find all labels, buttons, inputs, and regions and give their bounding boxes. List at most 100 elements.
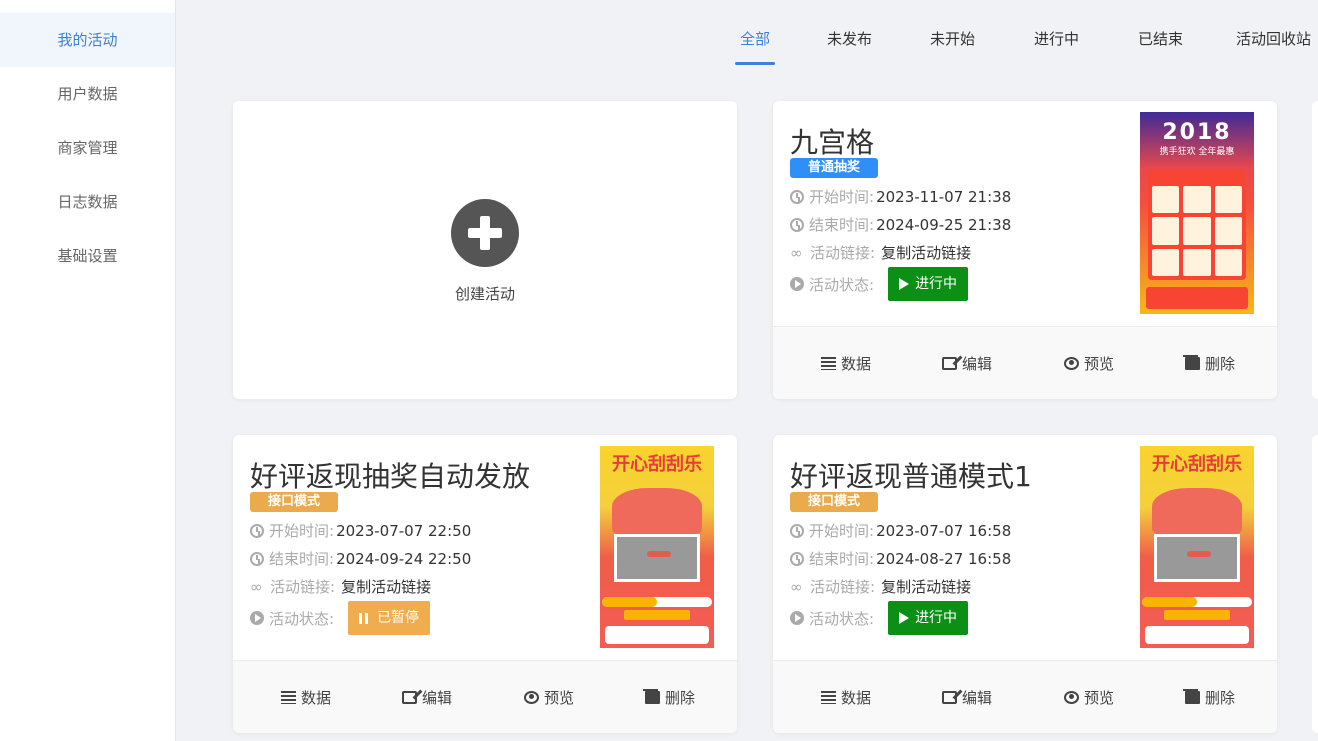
link-row: ∞ 活动链接: 复制活动链接 bbox=[790, 242, 971, 263]
clock-icon bbox=[790, 217, 804, 232]
status-button[interactable]: 进行中 bbox=[888, 601, 969, 635]
edit-icon bbox=[402, 691, 417, 704]
thumbnail-panel bbox=[1145, 626, 1249, 644]
eye-icon bbox=[1064, 357, 1079, 370]
edit-label: 编辑 bbox=[422, 689, 453, 707]
data-label: 数据 bbox=[301, 689, 332, 707]
start-time-value: 2023-07-07 16:58 bbox=[876, 521, 1012, 540]
start-time-value: 2023-07-07 22:50 bbox=[336, 521, 472, 540]
activity-type-badge: 普通抽奖 bbox=[790, 158, 879, 178]
tab-ended[interactable]: 已结束 bbox=[1138, 28, 1183, 65]
create-activity-label: 创建活动 bbox=[454, 284, 515, 303]
preview-button[interactable]: 预览 bbox=[524, 687, 574, 708]
edit-button[interactable]: 编辑 bbox=[942, 687, 992, 708]
clock-icon bbox=[790, 189, 804, 204]
tab-not-started[interactable]: 未开始 bbox=[930, 28, 975, 65]
tab-recycle-bin[interactable]: 活动回收站 bbox=[1236, 28, 1311, 65]
thumbnail-bar bbox=[624, 610, 690, 620]
activity-thumbnail: 开心刮刮乐 bbox=[600, 446, 714, 648]
edit-button[interactable]: 编辑 bbox=[402, 687, 452, 708]
start-time-row: 开始时间: 2023-07-07 22:50 bbox=[250, 520, 471, 541]
activity-card: 九宫格 普通抽奖 开始时间: 2023-11-07 21:38 结束时间: 20… bbox=[773, 101, 1277, 399]
tab-unpublished[interactable]: 未发布 bbox=[827, 28, 872, 65]
scratch-area bbox=[1154, 534, 1240, 582]
create-activity-card[interactable]: 创建活动 bbox=[233, 101, 737, 399]
thumbnail-panel bbox=[605, 626, 709, 644]
start-time-value: 2023-11-07 21:38 bbox=[876, 187, 1012, 206]
end-time-label: 结束时间: bbox=[809, 216, 875, 234]
status-button[interactable]: 已暂停 bbox=[348, 601, 431, 635]
preview-label: 预览 bbox=[1084, 355, 1115, 373]
thumbnail-year: 2018 bbox=[1162, 120, 1232, 145]
start-time-label: 开始时间: bbox=[809, 522, 875, 540]
thumbnail-subtitle: 携手狂欢 全年最惠 bbox=[1159, 147, 1235, 157]
copy-link-button[interactable]: 复制活动链接 bbox=[341, 576, 431, 597]
data-button[interactable]: 数据 bbox=[821, 353, 871, 374]
copy-link-button[interactable]: 复制活动链接 bbox=[881, 242, 971, 263]
end-time-row: 结束时间: 2024-08-27 16:58 bbox=[790, 548, 1011, 569]
thumbnail-bar bbox=[1164, 610, 1230, 620]
eye-icon bbox=[524, 691, 539, 704]
link-icon: ∞ bbox=[790, 243, 803, 262]
copy-link-button[interactable]: 复制活动链接 bbox=[881, 576, 971, 597]
link-icon: ∞ bbox=[250, 577, 263, 596]
activity-card: 好评返现抽奖自动发放 接口模式 开始时间: 2023-07-07 22:50 结… bbox=[233, 435, 737, 733]
activity-title: 好评返现普通模式1 bbox=[790, 460, 1032, 493]
activity-type-badge: 接口模式 bbox=[250, 492, 339, 512]
start-time-row: 开始时间: 2023-11-07 21:38 bbox=[790, 186, 1011, 207]
preview-button[interactable]: 预览 bbox=[1064, 353, 1114, 374]
play-circle-icon bbox=[790, 611, 804, 625]
list-icon bbox=[281, 691, 296, 704]
end-time-row: 结束时间: 2024-09-24 22:50 bbox=[250, 548, 471, 569]
data-label: 数据 bbox=[841, 689, 872, 707]
activity-title: 九宫格 bbox=[790, 126, 875, 159]
trash-icon bbox=[1183, 355, 1200, 370]
delete-button[interactable]: 删除 bbox=[643, 687, 695, 708]
edit-label: 编辑 bbox=[962, 689, 993, 707]
list-icon bbox=[821, 691, 836, 704]
edit-icon bbox=[942, 357, 957, 370]
status-button[interactable]: 进行中 bbox=[888, 267, 969, 301]
envelope-graphic bbox=[1152, 488, 1242, 534]
activity-type-badge: 接口模式 bbox=[790, 492, 879, 512]
thumbnail-title: 开心刮刮乐 bbox=[612, 454, 702, 475]
status-text: 已暂停 bbox=[377, 610, 420, 626]
link-row: ∞ 活动链接: 复制活动链接 bbox=[790, 576, 971, 597]
list-icon bbox=[821, 357, 836, 370]
sidebar-item-log-data[interactable]: 日志数据 bbox=[0, 175, 175, 229]
link-icon: ∞ bbox=[790, 577, 803, 596]
tab-all[interactable]: 全部 bbox=[734, 28, 776, 65]
sidebar-item-my-activities[interactable]: 我的活动 bbox=[0, 13, 175, 67]
preview-label: 预览 bbox=[1084, 689, 1115, 707]
sidebar-item-basic-settings[interactable]: 基础设置 bbox=[0, 229, 175, 283]
end-time-value: 2024-08-27 16:58 bbox=[876, 549, 1012, 568]
trash-icon bbox=[643, 689, 660, 704]
tab-in-progress[interactable]: 进行中 bbox=[1034, 28, 1079, 65]
end-time-value: 2024-09-25 21:38 bbox=[876, 215, 1012, 234]
data-button[interactable]: 数据 bbox=[821, 687, 871, 708]
activity-card: 好评返现普通模式1 接口模式 开始时间: 2023-07-07 16:58 结束… bbox=[773, 435, 1277, 733]
link-label: 活动链接: bbox=[810, 578, 876, 596]
start-time-label: 开始时间: bbox=[269, 522, 335, 540]
delete-button[interactable]: 删除 bbox=[1183, 353, 1236, 374]
sidebar-item-user-data[interactable]: 用户数据 bbox=[0, 67, 175, 121]
clock-icon bbox=[250, 551, 264, 566]
status-row: 活动状态: 已暂停 bbox=[250, 601, 431, 635]
data-label: 数据 bbox=[841, 355, 872, 373]
delete-label: 删除 bbox=[1205, 355, 1236, 373]
data-button[interactable]: 数据 bbox=[281, 687, 331, 708]
end-time-value: 2024-09-24 22:50 bbox=[336, 549, 472, 568]
activity-thumbnail: 开心刮刮乐 bbox=[1140, 446, 1254, 648]
preview-button[interactable]: 预览 bbox=[1064, 687, 1114, 708]
end-time-row: 结束时间: 2024-09-25 21:38 bbox=[790, 214, 1011, 235]
activity-actions: 数据 编辑 预览 删除 bbox=[773, 326, 1277, 399]
delete-button[interactable]: 删除 bbox=[1183, 687, 1236, 708]
activity-actions: 数据 编辑 预览 删除 bbox=[773, 660, 1277, 733]
clock-icon bbox=[250, 523, 264, 538]
sidebar-item-merchant-management[interactable]: 商家管理 bbox=[0, 121, 175, 175]
delete-label: 删除 bbox=[1205, 689, 1236, 707]
clock-icon bbox=[790, 523, 804, 538]
edit-button[interactable]: 编辑 bbox=[942, 353, 992, 374]
prize-strip bbox=[1146, 287, 1248, 309]
status-label: 活动状态: bbox=[809, 275, 875, 294]
